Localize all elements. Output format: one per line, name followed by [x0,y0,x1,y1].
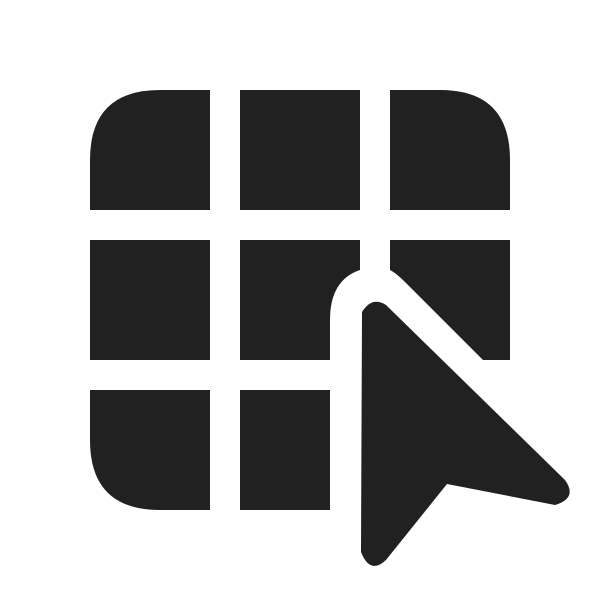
icon-canvas [0,0,600,600]
grid-cell-bottom-left [90,390,210,510]
grid-cell-bottom-middle [240,390,330,510]
grid-cell-middle-left [90,240,210,360]
grid-cell-top-middle [240,90,360,210]
grid-cell-top-left [90,90,210,210]
grid-cell-top-right [390,90,510,210]
table-cursor-icon [90,90,570,566]
grid-cell-center [240,240,360,360]
